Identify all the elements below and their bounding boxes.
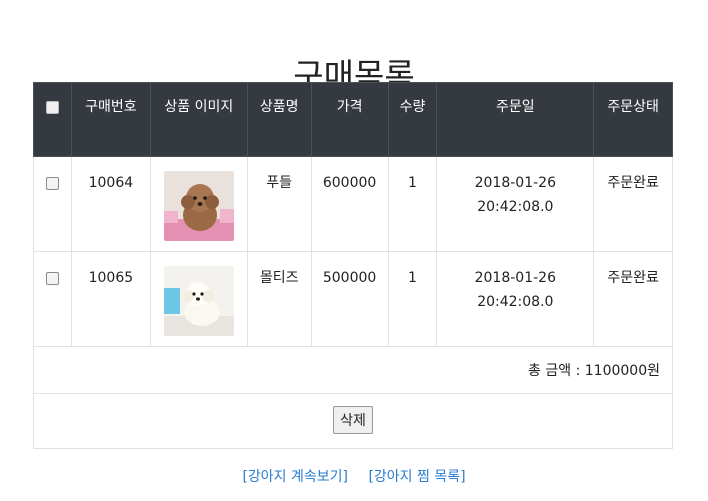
table-row: 10064 푸들 600000 1 2018-01-26 20:42:08.0 … [33,156,673,252]
row-checkbox[interactable] [45,272,59,285]
header-qty: 수량 [387,82,438,157]
qty-cell: 1 [387,156,438,252]
product-name-cell: 푸들 [246,156,312,252]
header-order-no: 구매번호 [70,82,151,157]
continue-browsing-link[interactable]: [강아지 계속보기] [242,469,348,485]
order-no-cell: 10065 [70,251,151,347]
status-cell: 주문완료 [593,156,673,252]
total-row: 총 금액 : 1100000원 [33,346,673,394]
wishlist-link[interactable]: [강아지 찜 목록] [368,469,465,485]
maltese-product-image[interactable] [163,266,234,336]
orders-table: 구매번호 상품 이미지 상품명 가격 수량 주문일 주문상태 10064 푸들 … [33,82,673,449]
select-all-cell [33,82,72,157]
table-row: 10065 몰티즈 500000 1 2018-01-26 20:42:08.0… [33,251,673,347]
bottom-links: [강아지 계속보기] [강아지 찜 목록] [0,466,708,486]
order-date-cell: 2018-01-26 20:42:08.0 [436,156,595,252]
header-image: 상품 이미지 [149,82,248,157]
order-no-cell: 10064 [70,156,151,252]
row-checkbox[interactable] [45,177,59,190]
poodle-product-image[interactable] [163,171,234,241]
header-status: 주문상태 [593,82,673,157]
price-cell: 500000 [310,251,389,347]
delete-button[interactable]: 삭제 [333,406,373,434]
header-price: 가격 [310,82,389,157]
qty-cell: 1 [387,251,438,347]
select-all-checkbox[interactable] [45,101,59,114]
table-header-row: 구매번호 상품 이미지 상품명 가격 수량 주문일 주문상태 [33,82,673,157]
price-cell: 600000 [310,156,389,252]
total-amount: 총 금액 : 1100000원 [33,346,673,394]
product-name-cell: 몰티즈 [246,251,312,347]
action-row: 삭제 [33,393,673,449]
status-cell: 주문완료 [593,251,673,347]
order-date-cell: 2018-01-26 20:42:08.0 [436,251,595,347]
header-name: 상품명 [246,82,312,157]
header-date: 주문일 [436,82,595,157]
